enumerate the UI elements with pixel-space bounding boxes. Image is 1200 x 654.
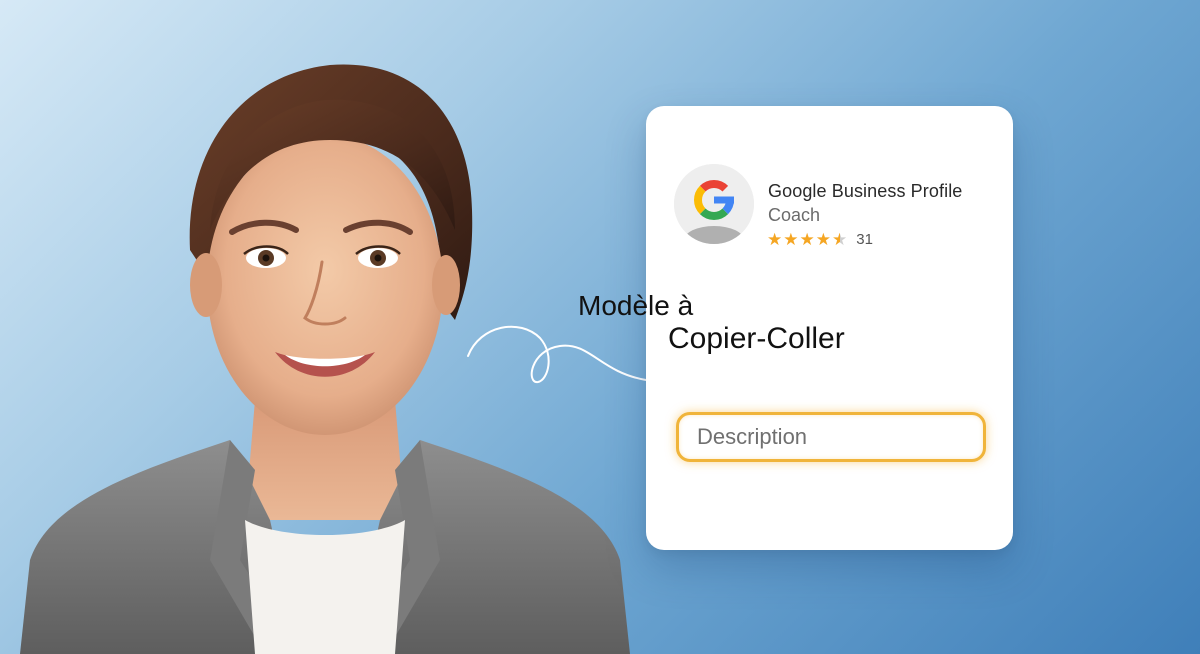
description-field[interactable]: [676, 412, 986, 462]
profile-title: Google Business Profile: [768, 181, 963, 201]
hero-banner: Google Business Profile Coach ★ ★ ★ ★ ★ …: [0, 0, 1200, 654]
star-icon: ★: [799, 230, 815, 249]
star-icon: ★: [783, 230, 799, 249]
profile-avatar: [674, 164, 754, 244]
headline-line-2: Copier-Coller: [668, 322, 845, 355]
headline-line-1: Modèle à: [578, 290, 694, 321]
star-half-icon: ★: [832, 230, 848, 249]
woman-portrait: [20, 64, 630, 654]
rating-count: 31: [856, 231, 873, 248]
rating: ★ ★ ★ ★ ★ 31: [767, 231, 873, 248]
star-icon: ★: [815, 230, 831, 249]
profile-subtitle: Coach: [768, 205, 821, 225]
google-g-icon: [674, 164, 754, 244]
star-icon: ★: [767, 230, 783, 249]
